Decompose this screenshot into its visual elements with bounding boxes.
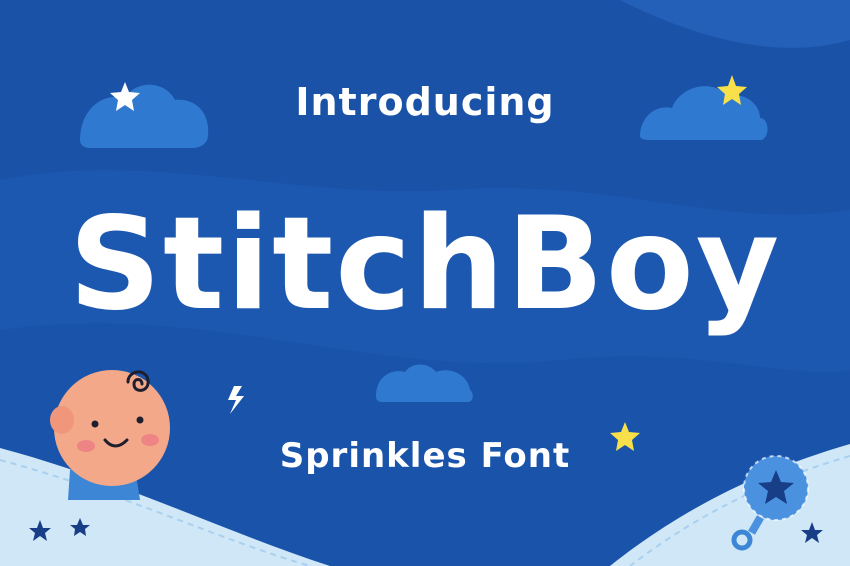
font-title: StitchBoy: [68, 190, 782, 339]
font-subtitle: Sprinkles Font: [279, 436, 571, 476]
intro-heading: Introducing: [295, 80, 555, 124]
font-promo-banner: Introducing StitchBoy Sprinkles Font: [0, 0, 850, 566]
